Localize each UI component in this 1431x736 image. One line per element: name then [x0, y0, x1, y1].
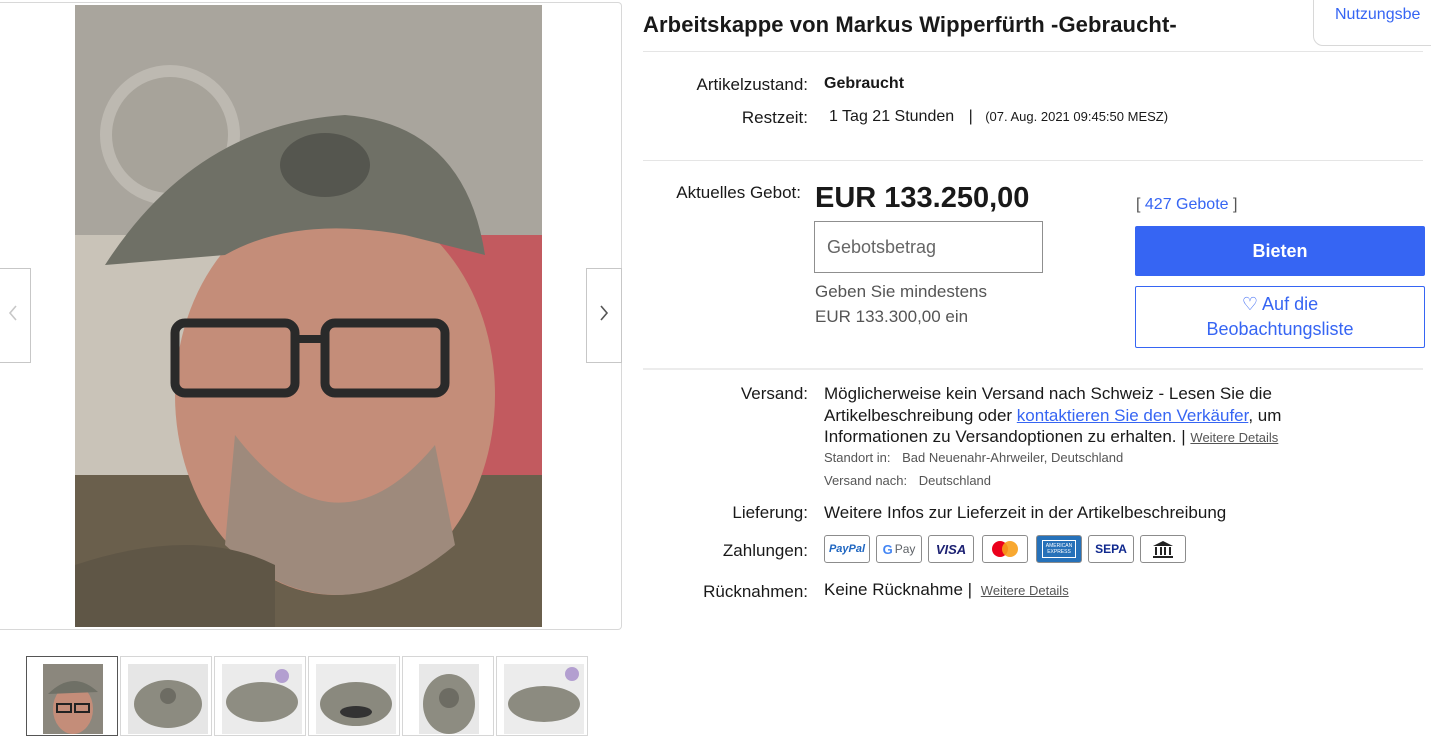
ships-to-value: Deutschland [918, 473, 992, 488]
add-to-watchlist-button[interactable]: ♡ Auf die Beobachtungsliste [1135, 286, 1425, 348]
item-title: Arbeitskappe von Markus Wipperfürth -Geb… [643, 12, 1177, 37]
divider [643, 51, 1423, 52]
paypal-text: PayPal [828, 543, 866, 555]
shipping-info: Möglicherweise kein Versand nach Schweiz… [824, 383, 1324, 449]
visa-icon: VISA [928, 535, 974, 563]
returns-value: Keine Rücknahme | [824, 580, 973, 599]
time-left-end-date: (07. Aug. 2021 09:45:50 MESZ) [985, 109, 1169, 124]
paypal-icon: PayPal [824, 535, 870, 563]
min-bid-hint: Geben Sie mindestens EUR 133.300,00 ein [815, 279, 987, 329]
thumbnail-1[interactable] [26, 656, 118, 736]
time-left-duration: 1 Tag 21 Stunden [829, 108, 955, 125]
shipping-details-link[interactable]: Weitere Details [1190, 430, 1278, 445]
bank-graphic [1153, 541, 1173, 558]
thumbnail-image [419, 664, 479, 734]
delivery-value: Weitere Infos zur Lieferzeit in der Arti… [824, 503, 1227, 522]
current-bid-price: EUR 133.250,00 [815, 182, 1030, 214]
thumbnail-5[interactable] [402, 656, 494, 736]
thumbnail-image [128, 664, 208, 734]
current-bid-label: Aktuelles Gebot: [676, 183, 801, 202]
gallery-next-button[interactable] [586, 268, 622, 363]
returns-label: Rücknahmen: [703, 582, 808, 601]
condition-label: Artikelzustand: [696, 75, 809, 94]
sepa-text: SEPA [1095, 542, 1127, 556]
bid-amount-input[interactable] [814, 221, 1043, 273]
thumbnail-image [504, 664, 584, 734]
condition-value: Gebraucht [824, 75, 905, 92]
time-left-label: Restzeit: [741, 108, 808, 127]
item-location-value: Bad Neuenahr-Ahrweiler, Deutschland [902, 450, 1124, 465]
usage-tab[interactable]: Nutzungsbe [1313, 0, 1431, 46]
divider [643, 368, 1423, 370]
thumbnail-4[interactable] [308, 656, 400, 736]
payments-label: Zahlungen: [722, 541, 808, 560]
thumbnail-image [316, 664, 396, 734]
min-bid-hint-line1: Geben Sie mindestens [815, 282, 987, 301]
thumbnail-image [43, 664, 103, 734]
watchlist-text-line2: Beobachtungsliste [1206, 319, 1354, 339]
contact-seller-link[interactable]: kontaktieren Sie den Verkäufer [1017, 406, 1249, 425]
chevron-right-icon [598, 304, 610, 327]
bank-icon [1140, 535, 1186, 563]
thumbnail-6[interactable] [496, 656, 588, 736]
thumbnail-2[interactable] [120, 656, 212, 736]
ships-to-label: Versand nach: [824, 473, 908, 488]
main-product-image[interactable] [75, 5, 542, 627]
delivery-label: Lieferung: [732, 503, 808, 522]
amex-icon: AMERICAN EXPRESS [1036, 535, 1082, 563]
time-left-value: 1 Tag 21 Stunden | (07. Aug. 2021 09:45:… [829, 108, 1168, 126]
gallery-prev-button[interactable] [0, 268, 31, 363]
mastercard-icon [982, 535, 1028, 563]
usage-tab-label: Nutzungsbe [1335, 6, 1421, 23]
item-location: Standort in: Bad Neuenahr-Ahrweiler, Deu… [824, 450, 1123, 465]
thumbnail-image [222, 664, 302, 734]
google-pay-g: G [882, 541, 893, 557]
amex-text: AMERICAN EXPRESS [1042, 540, 1076, 558]
sepa-icon: SEPA [1088, 535, 1134, 563]
ships-to: Versand nach: Deutschland [824, 473, 991, 488]
bid-count-link[interactable]: 427 Gebote [1145, 196, 1229, 213]
item-location-label: Standort in: [824, 450, 891, 465]
mastercard-graphic [992, 541, 1018, 557]
thumbnail-3[interactable] [214, 656, 306, 736]
divider [643, 160, 1423, 161]
main-photo-graphic [75, 5, 542, 627]
google-pay-icon: G Pay [876, 535, 922, 563]
chevron-left-icon [7, 304, 19, 327]
visa-text: VISA [935, 541, 967, 557]
min-bid-hint-line2: EUR 133.300,00 ein [815, 307, 969, 326]
watchlist-text-line1: Auf die [1262, 294, 1319, 314]
bid-count: [ 427 Gebote ] [1136, 196, 1237, 214]
returns-info: Keine Rücknahme | Weitere Details [824, 580, 1069, 600]
watchlist-line1: ♡ Auf die [1136, 292, 1424, 317]
bid-count-bracket-open: [ [1136, 196, 1141, 213]
google-pay-text: Pay [894, 542, 916, 556]
bid-count-bracket-close: ] [1232, 196, 1238, 213]
heart-icon: ♡ [1241, 294, 1259, 314]
returns-details-link[interactable]: Weitere Details [981, 583, 1069, 598]
time-left-separator: | [968, 108, 973, 125]
place-bid-button[interactable]: Bieten [1135, 226, 1425, 276]
shipping-label: Versand: [740, 384, 808, 403]
